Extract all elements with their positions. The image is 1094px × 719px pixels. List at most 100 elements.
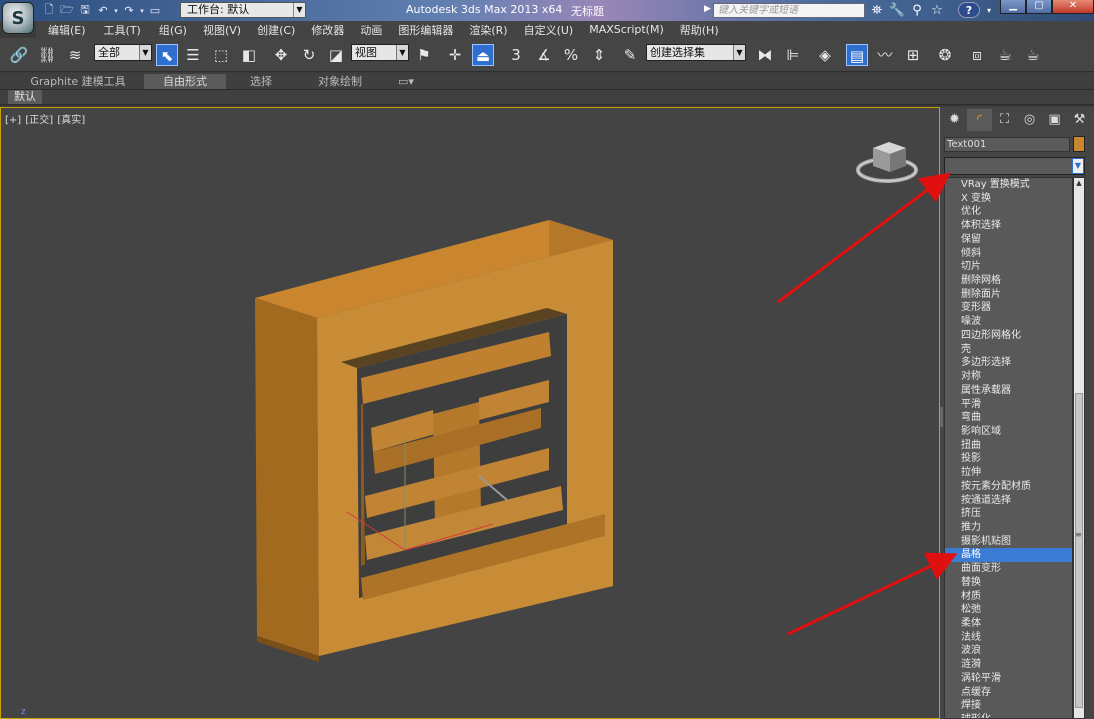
- modifier-list-item[interactable]: 点缓存: [945, 686, 1072, 700]
- select-and-scale-icon[interactable]: ◪: [325, 44, 347, 66]
- align-icon[interactable]: ⊫: [782, 44, 804, 66]
- menu-create[interactable]: 创建(C): [249, 22, 303, 38]
- material-editor-icon[interactable]: ❂: [934, 44, 956, 66]
- modifier-list-item[interactable]: VRay 置换模式: [945, 178, 1072, 192]
- graphite-toggle-icon[interactable]: ▤: [846, 44, 868, 66]
- scroll-up-icon[interactable]: ▲: [1074, 178, 1084, 188]
- redo-dropdown-icon[interactable]: ▾: [138, 3, 146, 19]
- bind-to-space-warp-icon[interactable]: ≋: [64, 44, 86, 66]
- motion-tab-icon[interactable]: ◎: [1017, 109, 1042, 131]
- percent-snap-icon[interactable]: %: [560, 44, 582, 66]
- binoculars-icon[interactable]: ⛯: [868, 2, 886, 19]
- app-logo[interactable]: S: [2, 2, 34, 34]
- modifier-list-item[interactable]: 投影: [945, 452, 1072, 466]
- modifier-list-item[interactable]: 摄影机贴图: [945, 535, 1072, 549]
- modifier-list-item[interactable]: 体积选择: [945, 219, 1072, 233]
- modifier-list-item[interactable]: 切片: [945, 260, 1072, 274]
- minimize-button[interactable]: ▁: [1000, 0, 1026, 14]
- search-input[interactable]: 键入关键字或短语: [713, 3, 865, 18]
- chevron-down-icon[interactable]: ▼: [1072, 158, 1084, 174]
- modifier-list-item[interactable]: 替换: [945, 576, 1072, 590]
- modifier-list-item[interactable]: 曲面变形: [945, 562, 1072, 576]
- modifier-list-item[interactable]: 球形化: [945, 713, 1072, 718]
- maximize-button[interactable]: ▢: [1026, 0, 1052, 14]
- workspace-dropdown[interactable]: 工作台: 默认 ▼: [180, 2, 306, 18]
- menu-customize[interactable]: 自定义(U): [516, 22, 582, 38]
- menu-help[interactable]: 帮助(H): [672, 22, 727, 38]
- modify-tab-icon[interactable]: ◜: [967, 109, 992, 131]
- undo-icon[interactable]: ↶: [94, 3, 112, 19]
- redo-icon[interactable]: ↷: [120, 3, 138, 19]
- menu-animation[interactable]: 动画: [352, 22, 390, 38]
- menu-tools[interactable]: 工具(T): [96, 22, 149, 38]
- modifier-list-item[interactable]: 删除网格: [945, 274, 1072, 288]
- angle-snap-icon[interactable]: ∡: [533, 44, 555, 66]
- reference-coordinate-dropdown[interactable]: 视图 ▼: [351, 44, 409, 61]
- save-file-icon[interactable]: 🖫: [76, 3, 94, 19]
- curve-editor-icon[interactable]: 〰: [874, 44, 896, 66]
- modifier-list-item[interactable]: 挤压: [945, 507, 1072, 521]
- render-setup-icon[interactable]: ⧈: [966, 44, 988, 66]
- modifier-list-item[interactable]: 推力: [945, 521, 1072, 535]
- favorites-star-icon[interactable]: ☆: [928, 2, 946, 19]
- edit-named-selection-icon[interactable]: ✎: [619, 44, 641, 66]
- pivot-center-icon[interactable]: ⚑: [413, 44, 435, 66]
- help-dropdown-icon[interactable]: ▾: [980, 2, 998, 19]
- viewcube[interactable]: [856, 142, 918, 183]
- modifier-list-item[interactable]: 噪波: [945, 315, 1072, 329]
- menu-group[interactable]: 组(G): [151, 22, 195, 38]
- modifier-list-item[interactable]: 倾斜: [945, 247, 1072, 261]
- modifier-list-item[interactable]: 弯曲: [945, 411, 1072, 425]
- ribbon-options-icon[interactable]: ▭▾: [392, 74, 420, 89]
- layer-manager-icon[interactable]: ◈: [814, 44, 836, 66]
- rectangular-selection-icon[interactable]: ⬚: [210, 44, 232, 66]
- tab-object-paint[interactable]: 对象绘制: [300, 74, 380, 89]
- menu-views[interactable]: 视图(V): [195, 22, 249, 38]
- modifier-list-scrollbar[interactable]: ▲ ≡: [1073, 177, 1085, 719]
- scroll-thumb[interactable]: [1075, 393, 1083, 708]
- modifier-list-item[interactable]: 保留: [945, 233, 1072, 247]
- modifier-list-item[interactable]: 按通道选择: [945, 494, 1072, 508]
- search-expand-icon[interactable]: ▶: [704, 4, 711, 14]
- ribbon-default-tab[interactable]: 默认: [8, 90, 42, 104]
- modifier-list-item[interactable]: 变形器: [945, 301, 1072, 315]
- modifier-list-item[interactable]: 涟漪: [945, 658, 1072, 672]
- text-object-3d[interactable]: [255, 220, 613, 662]
- create-tab-icon[interactable]: ✹: [942, 109, 967, 131]
- named-selection-set-dropdown[interactable]: 创建选择集 ▼: [646, 44, 746, 61]
- communication-icon[interactable]: ⚲: [908, 2, 926, 19]
- open-file-icon[interactable]: 🗁: [58, 3, 76, 19]
- modifier-list-item[interactable]: 按元素分配材质: [945, 480, 1072, 494]
- menu-modifiers[interactable]: 修改器: [303, 22, 352, 38]
- modifier-list-item[interactable]: 松弛: [945, 603, 1072, 617]
- hierarchy-tab-icon[interactable]: ⛶: [992, 109, 1017, 131]
- modifier-list-item[interactable]: 属性承载器: [945, 384, 1072, 398]
- tab-selection[interactable]: 选择: [236, 74, 286, 89]
- menu-graph-editors[interactable]: 图形编辑器: [390, 22, 461, 38]
- modifier-list-item[interactable]: 多边形选择: [945, 356, 1072, 370]
- render-production-icon[interactable]: ☕: [1022, 44, 1044, 66]
- close-button[interactable]: ✕: [1052, 0, 1094, 14]
- panel-resize-handle[interactable]: [940, 407, 943, 427]
- select-object-icon[interactable]: ⬉: [156, 44, 178, 66]
- modifier-list-item[interactable]: 壳: [945, 343, 1072, 357]
- modifier-list-item[interactable]: 焊接: [945, 699, 1072, 713]
- object-name-field[interactable]: Text001: [944, 137, 1070, 152]
- schematic-view-icon[interactable]: ⊞: [902, 44, 924, 66]
- mirror-icon[interactable]: ⧓: [754, 44, 776, 66]
- menu-rendering[interactable]: 渲染(R): [461, 22, 515, 38]
- modifier-list-dropdown[interactable]: ▼: [944, 157, 1085, 175]
- undo-dropdown-icon[interactable]: ▾: [112, 3, 120, 19]
- select-and-manipulate-icon[interactable]: ✛: [444, 44, 466, 66]
- modifier-list-item[interactable]: 波浪: [945, 644, 1072, 658]
- modifier-list-item[interactable]: 材质: [945, 590, 1072, 604]
- modifier-list-item[interactable]: 扭曲: [945, 439, 1072, 453]
- snaps-toggle-icon[interactable]: 3: [505, 44, 527, 66]
- modifier-list-item[interactable]: 柔体: [945, 617, 1072, 631]
- subscription-icon[interactable]: 🔧: [888, 2, 906, 19]
- menu-maxscript[interactable]: MAXScript(M): [581, 23, 672, 36]
- tab-graphite-modeling[interactable]: Graphite 建模工具: [22, 74, 134, 89]
- modifier-list-item[interactable]: 删除面片: [945, 288, 1072, 302]
- help-button[interactable]: ?: [958, 2, 980, 18]
- modifier-list-item[interactable]: 涡轮平滑: [945, 672, 1072, 686]
